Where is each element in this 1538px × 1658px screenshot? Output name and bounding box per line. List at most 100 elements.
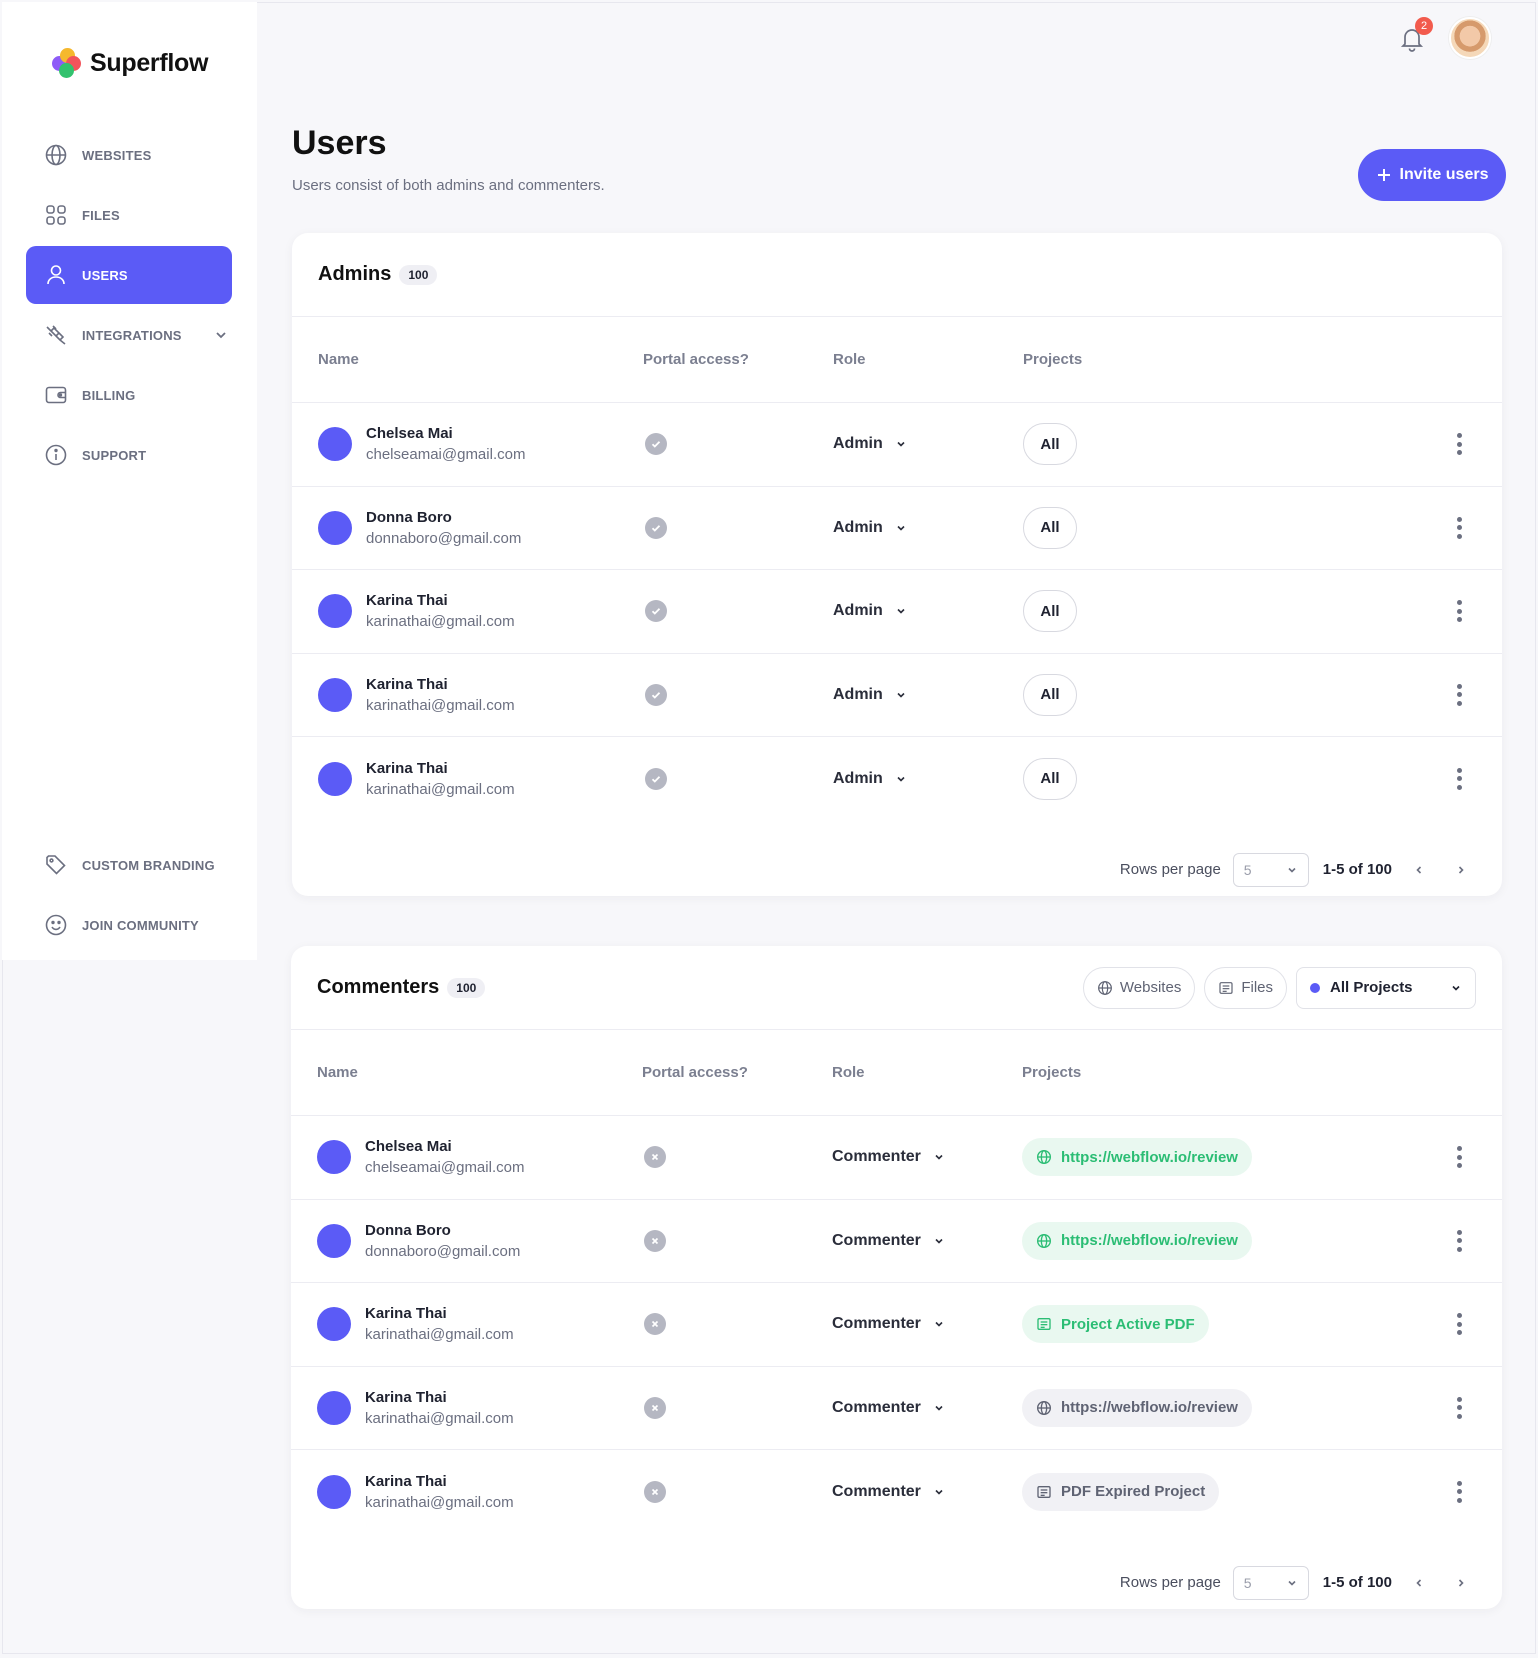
projects-cell: PDF Expired Project: [1022, 1472, 1502, 1511]
projects-all-pill[interactable]: All: [1023, 673, 1077, 716]
chevron-down-icon: [897, 525, 905, 531]
sidebar-item-websites[interactable]: WEBSITES: [26, 126, 232, 184]
role-dropdown[interactable]: Admin: [833, 686, 907, 704]
avatar[interactable]: [317, 1307, 351, 1342]
project-pill[interactable]: https://webflow.io/review: [1022, 1388, 1252, 1427]
avatar[interactable]: [318, 427, 352, 462]
user-name: Karina Thai: [366, 675, 448, 693]
role-dropdown[interactable]: Admin: [833, 770, 907, 788]
filter-files-button[interactable]: Files: [1204, 966, 1287, 1009]
chevron-down-icon[interactable]: [214, 328, 228, 342]
user-cell: Donna Boro donnaboro@gmail.com: [317, 1222, 642, 1260]
table-row[interactable]: Karina Thai karinathai@gmail.com Commenter…: [291, 1283, 1502, 1367]
projects-cell: All: [1023, 506, 1502, 549]
commenters-filters: Websites Files All Projects: [1082, 966, 1476, 1009]
projects-cell: https://webflow.io/review: [1022, 1221, 1502, 1260]
invite-users-button[interactable]: Invite users: [1358, 149, 1506, 201]
avatar[interactable]: [317, 1140, 351, 1175]
project-label: https://webflow.io/review: [1061, 1148, 1238, 1166]
logo-text: Superflow: [90, 48, 209, 77]
user-email: karinathai@gmail.com: [366, 696, 515, 714]
project-pill[interactable]: Project Active PDF: [1022, 1305, 1209, 1344]
avatar[interactable]: [317, 1390, 351, 1425]
projects-filter-select[interactable]: All Projects: [1296, 966, 1476, 1009]
role-dropdown[interactable]: Admin: [833, 519, 907, 537]
more-dot: [1456, 1396, 1462, 1402]
table-row[interactable]: Karina Thai karinathai@gmail.com Admin All: [292, 570, 1502, 654]
role-dropdown[interactable]: Commenter: [832, 1399, 945, 1417]
role-dropdown[interactable]: Admin: [833, 602, 907, 620]
avatar[interactable]: [1449, 17, 1491, 59]
avatar[interactable]: [318, 677, 352, 712]
portal-access-cell: [643, 683, 833, 706]
prev-page-button[interactable]: [1404, 1568, 1434, 1598]
avatar[interactable]: [318, 510, 352, 545]
user-info: Karina Thai karinathai@gmail.com: [366, 592, 515, 630]
role-dropdown[interactable]: Commenter: [832, 1483, 945, 1501]
role-dropdown[interactable]: Commenter: [832, 1232, 945, 1250]
avatar[interactable]: [317, 1474, 351, 1509]
row-actions-button[interactable]: [1456, 1146, 1462, 1169]
row-actions-button[interactable]: [1456, 1229, 1462, 1252]
filter-websites-button[interactable]: Websites: [1082, 966, 1196, 1009]
next-page-button[interactable]: [1446, 1568, 1476, 1598]
logo[interactable]: Superflow: [52, 48, 208, 78]
table-row[interactable]: Karina Thai karinathai@gmail.com Admin All: [292, 654, 1502, 737]
sidebar-item-custom-branding[interactable]: CUSTOM BRANDING: [26, 836, 256, 894]
user-cell: Karina Thai karinathai@gmail.com: [318, 676, 643, 714]
avatar[interactable]: [318, 594, 352, 629]
chevron-down-icon: [935, 1405, 943, 1411]
admins-title: Admins: [318, 263, 392, 285]
row-actions-button[interactable]: [1456, 1396, 1462, 1419]
row-actions-button[interactable]: [1456, 1480, 1462, 1503]
row-actions-button[interactable]: [1456, 600, 1462, 623]
user-cell: Donna Boro donnaboro@gmail.com: [318, 509, 643, 547]
projects-all-pill[interactable]: All: [1023, 506, 1077, 549]
row-actions-button[interactable]: [1456, 683, 1462, 706]
sidebar-item-support[interactable]: SUPPORT: [26, 426, 232, 484]
user-email: karinathai@gmail.com: [365, 1326, 514, 1344]
sidebar-item-join-community[interactable]: JOIN COMMUNITY: [26, 896, 256, 954]
more-dot: [1456, 776, 1462, 782]
projects-all-pill[interactable]: All: [1023, 757, 1077, 800]
table-row[interactable]: Karina Thai karinathai@gmail.com Commenter…: [291, 1450, 1502, 1534]
avatar[interactable]: [318, 761, 352, 796]
portal-access-cell: [642, 1313, 832, 1336]
rows-per-page-select[interactable]: 5: [1232, 852, 1309, 887]
sidebar-item-billing[interactable]: BILLING: [26, 366, 232, 424]
prev-page-button[interactable]: [1404, 855, 1434, 885]
row-actions-button[interactable]: [1456, 767, 1462, 790]
projects-all-pill[interactable]: All: [1023, 423, 1077, 466]
project-pill[interactable]: PDF Expired Project: [1022, 1472, 1220, 1511]
table-row[interactable]: Karina Thai karinathai@gmail.com Commenter…: [291, 1367, 1502, 1450]
role-dropdown[interactable]: Commenter: [832, 1148, 945, 1166]
chevron-down-icon: [897, 442, 905, 447]
role-dropdown[interactable]: Admin: [833, 435, 907, 453]
table-row[interactable]: Donna Boro donnaboro@gmail.com Commenter ht…: [291, 1200, 1502, 1283]
sidebar: Superflow WEBSITES FILES USERS INTEGRATI…: [2, 2, 257, 960]
sidebar-item-users[interactable]: USERS: [26, 246, 232, 304]
user-email: karinathai@gmail.com: [365, 1493, 514, 1511]
portal-access-denied-icon: [644, 1313, 666, 1336]
role-dropdown[interactable]: Commenter: [832, 1315, 945, 1333]
table-row[interactable]: Chelsea Mai chelseamai@gmail.com Admin All: [292, 403, 1502, 487]
rows-per-page-select[interactable]: 5: [1232, 1565, 1309, 1600]
next-page-button[interactable]: [1446, 855, 1476, 885]
project-pill[interactable]: https://webflow.io/review: [1022, 1221, 1252, 1260]
table-row[interactable]: Chelsea Mai chelseamai@gmail.com Commenter…: [291, 1116, 1502, 1200]
chevron-down-icon: [1288, 1580, 1296, 1586]
user-name: Karina Thai: [366, 759, 448, 777]
row-actions-button[interactable]: [1456, 516, 1462, 539]
sidebar-item-files[interactable]: FILES: [26, 186, 232, 244]
chevron-down-icon: [897, 776, 905, 782]
table-row[interactable]: Karina Thai karinathai@gmail.com Admin All: [292, 737, 1502, 821]
row-actions-button[interactable]: [1456, 1313, 1462, 1336]
projects-all-pill[interactable]: All: [1023, 590, 1077, 633]
avatar[interactable]: [317, 1223, 351, 1258]
more-dot: [1456, 600, 1462, 606]
table-row[interactable]: Donna Boro donnaboro@gmail.com Admin All: [292, 487, 1502, 570]
sidebar-item-integrations[interactable]: INTEGRATIONS: [26, 306, 232, 364]
project-pill[interactable]: https://webflow.io/review: [1022, 1138, 1252, 1177]
row-actions-button[interactable]: [1456, 433, 1462, 456]
more-dot: [1456, 525, 1462, 531]
